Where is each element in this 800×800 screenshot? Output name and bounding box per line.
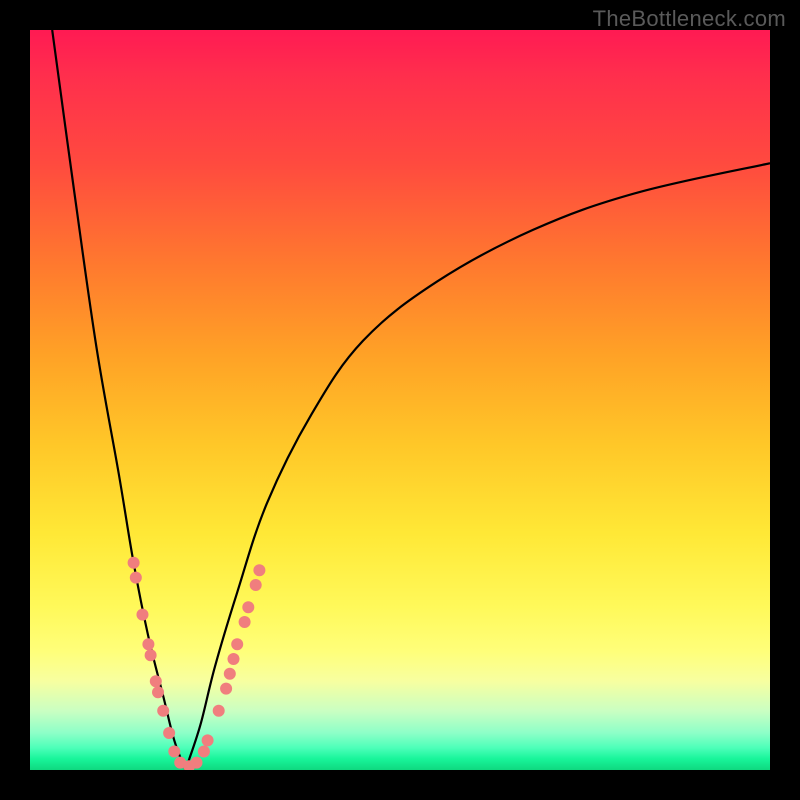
data-marker: [136, 609, 148, 621]
data-marker: [150, 675, 162, 687]
data-marker: [128, 557, 140, 569]
left-branch-curve: [52, 30, 185, 770]
data-marker: [191, 757, 203, 769]
plot-area: [30, 30, 770, 770]
data-marker: [168, 746, 180, 758]
data-marker: [250, 579, 262, 591]
data-marker: [220, 683, 232, 695]
data-marker: [152, 686, 164, 698]
data-marker: [231, 638, 243, 650]
data-marker: [145, 649, 157, 661]
data-marker: [130, 572, 142, 584]
data-marker: [157, 705, 169, 717]
right-branch-curve: [185, 163, 770, 770]
data-marker: [163, 727, 175, 739]
data-marker: [202, 734, 214, 746]
data-marker: [253, 564, 265, 576]
data-marker: [239, 616, 251, 628]
data-marker: [228, 653, 240, 665]
data-marker: [198, 746, 210, 758]
chart-frame: TheBottleneck.com: [0, 0, 800, 800]
curve-layer: [30, 30, 770, 770]
data-marker: [224, 668, 236, 680]
watermark-text: TheBottleneck.com: [593, 6, 786, 32]
data-marker: [242, 601, 254, 613]
data-marker: [142, 638, 154, 650]
data-marker: [213, 705, 225, 717]
